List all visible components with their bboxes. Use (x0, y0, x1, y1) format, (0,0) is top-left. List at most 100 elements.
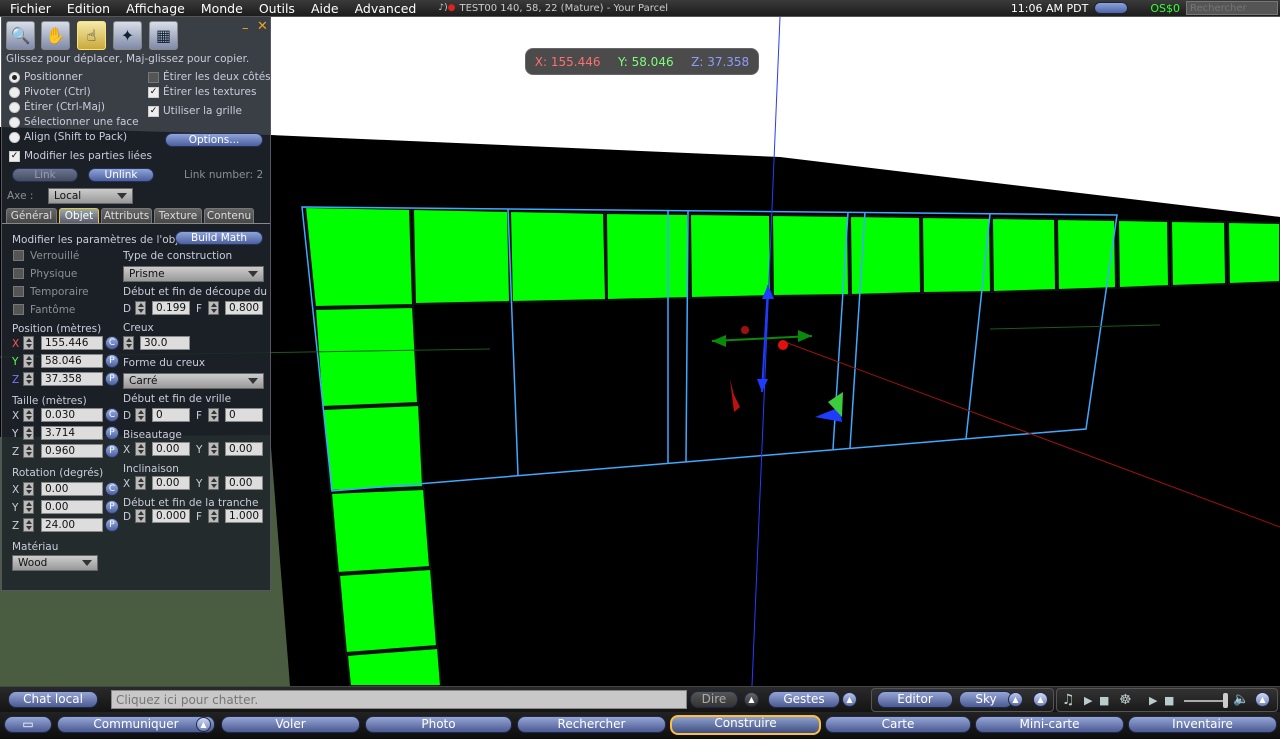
paste-position-button-2[interactable]: P (105, 372, 119, 386)
local-chat-button[interactable]: Chat local (8, 691, 98, 708)
size-x-field[interactable]: 0.030 (41, 408, 103, 422)
tab-features[interactable]: Attributs (101, 208, 152, 224)
gestures-chevron-up-icon[interactable]: ▲ (842, 692, 857, 707)
pos-x-field[interactable]: 155.446 (41, 336, 103, 350)
stretch-textures-checkbox[interactable]: ✓ (148, 87, 159, 98)
music-icon[interactable]: ♫ (1062, 692, 1075, 708)
build-math-button[interactable]: Build Math (175, 231, 263, 245)
parcel-info[interactable]: ♪)● TEST00 140, 58, 22 (Mature) - Your P… (438, 3, 668, 14)
menu-fichier[interactable]: Fichier (0, 1, 59, 16)
pos-z-field[interactable]: 37.358 (41, 372, 103, 386)
size-z-field[interactable]: 0.960 (41, 444, 103, 458)
menu-aide[interactable]: Aide (303, 1, 347, 16)
minimize-icon[interactable]: – (242, 21, 249, 36)
options-button[interactable]: Options... (165, 133, 263, 147)
rot-z-field[interactable]: 24.00 (41, 518, 103, 532)
build-button[interactable]: Construire (670, 715, 821, 735)
grab-hand-tool-icon[interactable]: ✋ (41, 21, 70, 50)
mode-stretch-radio[interactable] (9, 102, 20, 113)
slice-end-field[interactable]: 1.000 (225, 509, 263, 523)
sky-chevron-up-icon[interactable]: ▲ (1008, 692, 1023, 707)
im-button[interactable]: ▭ (4, 716, 52, 733)
axis-dropdown[interactable]: Local (48, 188, 133, 204)
shear-x-field[interactable]: 0.00 (152, 476, 190, 490)
size-y-field[interactable]: 3.714 (41, 426, 103, 440)
media-play-icon[interactable]: ▶ (1149, 694, 1157, 707)
copy-position-button[interactable]: C (105, 336, 119, 350)
paste-rotation-button[interactable]: P (105, 500, 119, 514)
media-stop-icon[interactable]: ■ (1164, 694, 1174, 707)
phantom-checkbox[interactable] (13, 304, 24, 315)
balance[interactable]: OS$0 (1150, 2, 1180, 15)
mode-align-radio[interactable] (9, 132, 20, 143)
select-tool-icon[interactable]: ☝ (77, 21, 106, 50)
environment-toggle-icon[interactable]: ▲ (1033, 692, 1048, 707)
material-dropdown[interactable]: Wood (12, 555, 98, 571)
edit-linked-checkbox[interactable]: ✓ (9, 151, 20, 162)
media-toggle-icon[interactable]: ▲ (1255, 692, 1270, 707)
say-options-chevron-up-icon[interactable]: ▲ (744, 692, 759, 707)
sky-button[interactable]: Sky (959, 691, 1013, 708)
mode-position-radio[interactable] (9, 72, 20, 83)
tab-content[interactable]: Contenu (204, 208, 254, 224)
editor-button[interactable]: Editor (877, 691, 953, 708)
menu-advanced[interactable]: Advanced (347, 1, 425, 16)
inventory-button[interactable]: Inventaire (1128, 716, 1277, 733)
rot-y-field[interactable]: 0.00 (41, 500, 103, 514)
tab-object[interactable]: Objet (59, 208, 99, 224)
hollow-field[interactable]: 30.0 (140, 336, 190, 350)
physical-checkbox[interactable] (13, 268, 24, 279)
say-button[interactable]: Dire (690, 691, 738, 708)
gestures-button[interactable]: Gestes (768, 691, 840, 708)
search-button[interactable]: Rechercher (517, 716, 666, 733)
menu-outils[interactable]: Outils (251, 1, 303, 16)
link-button[interactable]: Link (12, 168, 78, 182)
shear-y-field[interactable]: 0.00 (225, 476, 263, 490)
snapshot-button[interactable]: Photo (365, 716, 512, 733)
taper-x-field[interactable]: 0.00 (152, 442, 190, 456)
hollow-shape-dropdown[interactable]: Carré (123, 373, 264, 389)
close-icon[interactable]: ✕ (257, 19, 268, 34)
volume-slider-thumb[interactable] (1223, 693, 1228, 708)
zoom-tool-icon[interactable]: 🔍 (6, 21, 35, 50)
tab-texture[interactable]: Texture (154, 208, 202, 224)
land-tool-icon[interactable]: ▦ (149, 21, 178, 50)
music-play-icon[interactable]: ▶ (1084, 694, 1092, 707)
menu-edition[interactable]: Edition (59, 1, 118, 16)
music-stop-icon[interactable]: ■ (1099, 694, 1109, 707)
communicate-chevron-up-icon[interactable]: ▲ (196, 717, 211, 732)
communicate-button[interactable]: Communiquer (57, 716, 215, 733)
paste-size-button-2[interactable]: P (105, 444, 119, 458)
tab-general[interactable]: Général (6, 208, 57, 224)
unlink-button[interactable]: Unlink (88, 168, 154, 182)
stretch-both-checkbox[interactable] (148, 72, 159, 83)
rot-x-field[interactable]: 0.00 (41, 482, 103, 496)
locked-checkbox[interactable] (13, 250, 24, 261)
pos-y-field[interactable]: 58.046 (41, 354, 103, 368)
media-icon[interactable]: ☸ (1119, 692, 1132, 708)
map-button[interactable]: Carte (825, 716, 971, 733)
paste-size-button[interactable]: P (105, 426, 119, 440)
speaker-mute-icon[interactable]: 🔈 (1233, 692, 1249, 707)
use-grid-checkbox[interactable]: ✓ (148, 106, 159, 117)
mode-rotate-radio[interactable] (9, 87, 20, 98)
temporary-checkbox[interactable] (13, 286, 24, 297)
paste-rotation-button-2[interactable]: P (105, 518, 119, 532)
fly-button[interactable]: Voler (221, 716, 360, 733)
twist-end-field[interactable]: 0 (225, 408, 263, 422)
cut-end-field[interactable]: 0.800 (225, 301, 263, 315)
volume-slider-track[interactable] (1184, 700, 1226, 702)
twist-begin-field[interactable]: 0 (152, 408, 190, 422)
copy-rotation-button[interactable]: C (105, 482, 119, 496)
mode-face-radio[interactable] (9, 117, 20, 128)
create-wand-tool-icon[interactable]: ✦ (113, 21, 142, 50)
paste-position-button[interactable]: P (105, 354, 119, 368)
copy-size-button[interactable]: C (105, 408, 119, 422)
cut-begin-field[interactable]: 0.199 (152, 301, 190, 315)
volume-bar[interactable] (1094, 2, 1129, 14)
menu-monde[interactable]: Monde (193, 1, 251, 16)
search-input[interactable] (1186, 1, 1278, 15)
slice-begin-field[interactable]: 0.000 (152, 509, 190, 523)
minimap-button[interactable]: Mini-carte (975, 716, 1124, 733)
taper-y-field[interactable]: 0.00 (225, 442, 263, 456)
